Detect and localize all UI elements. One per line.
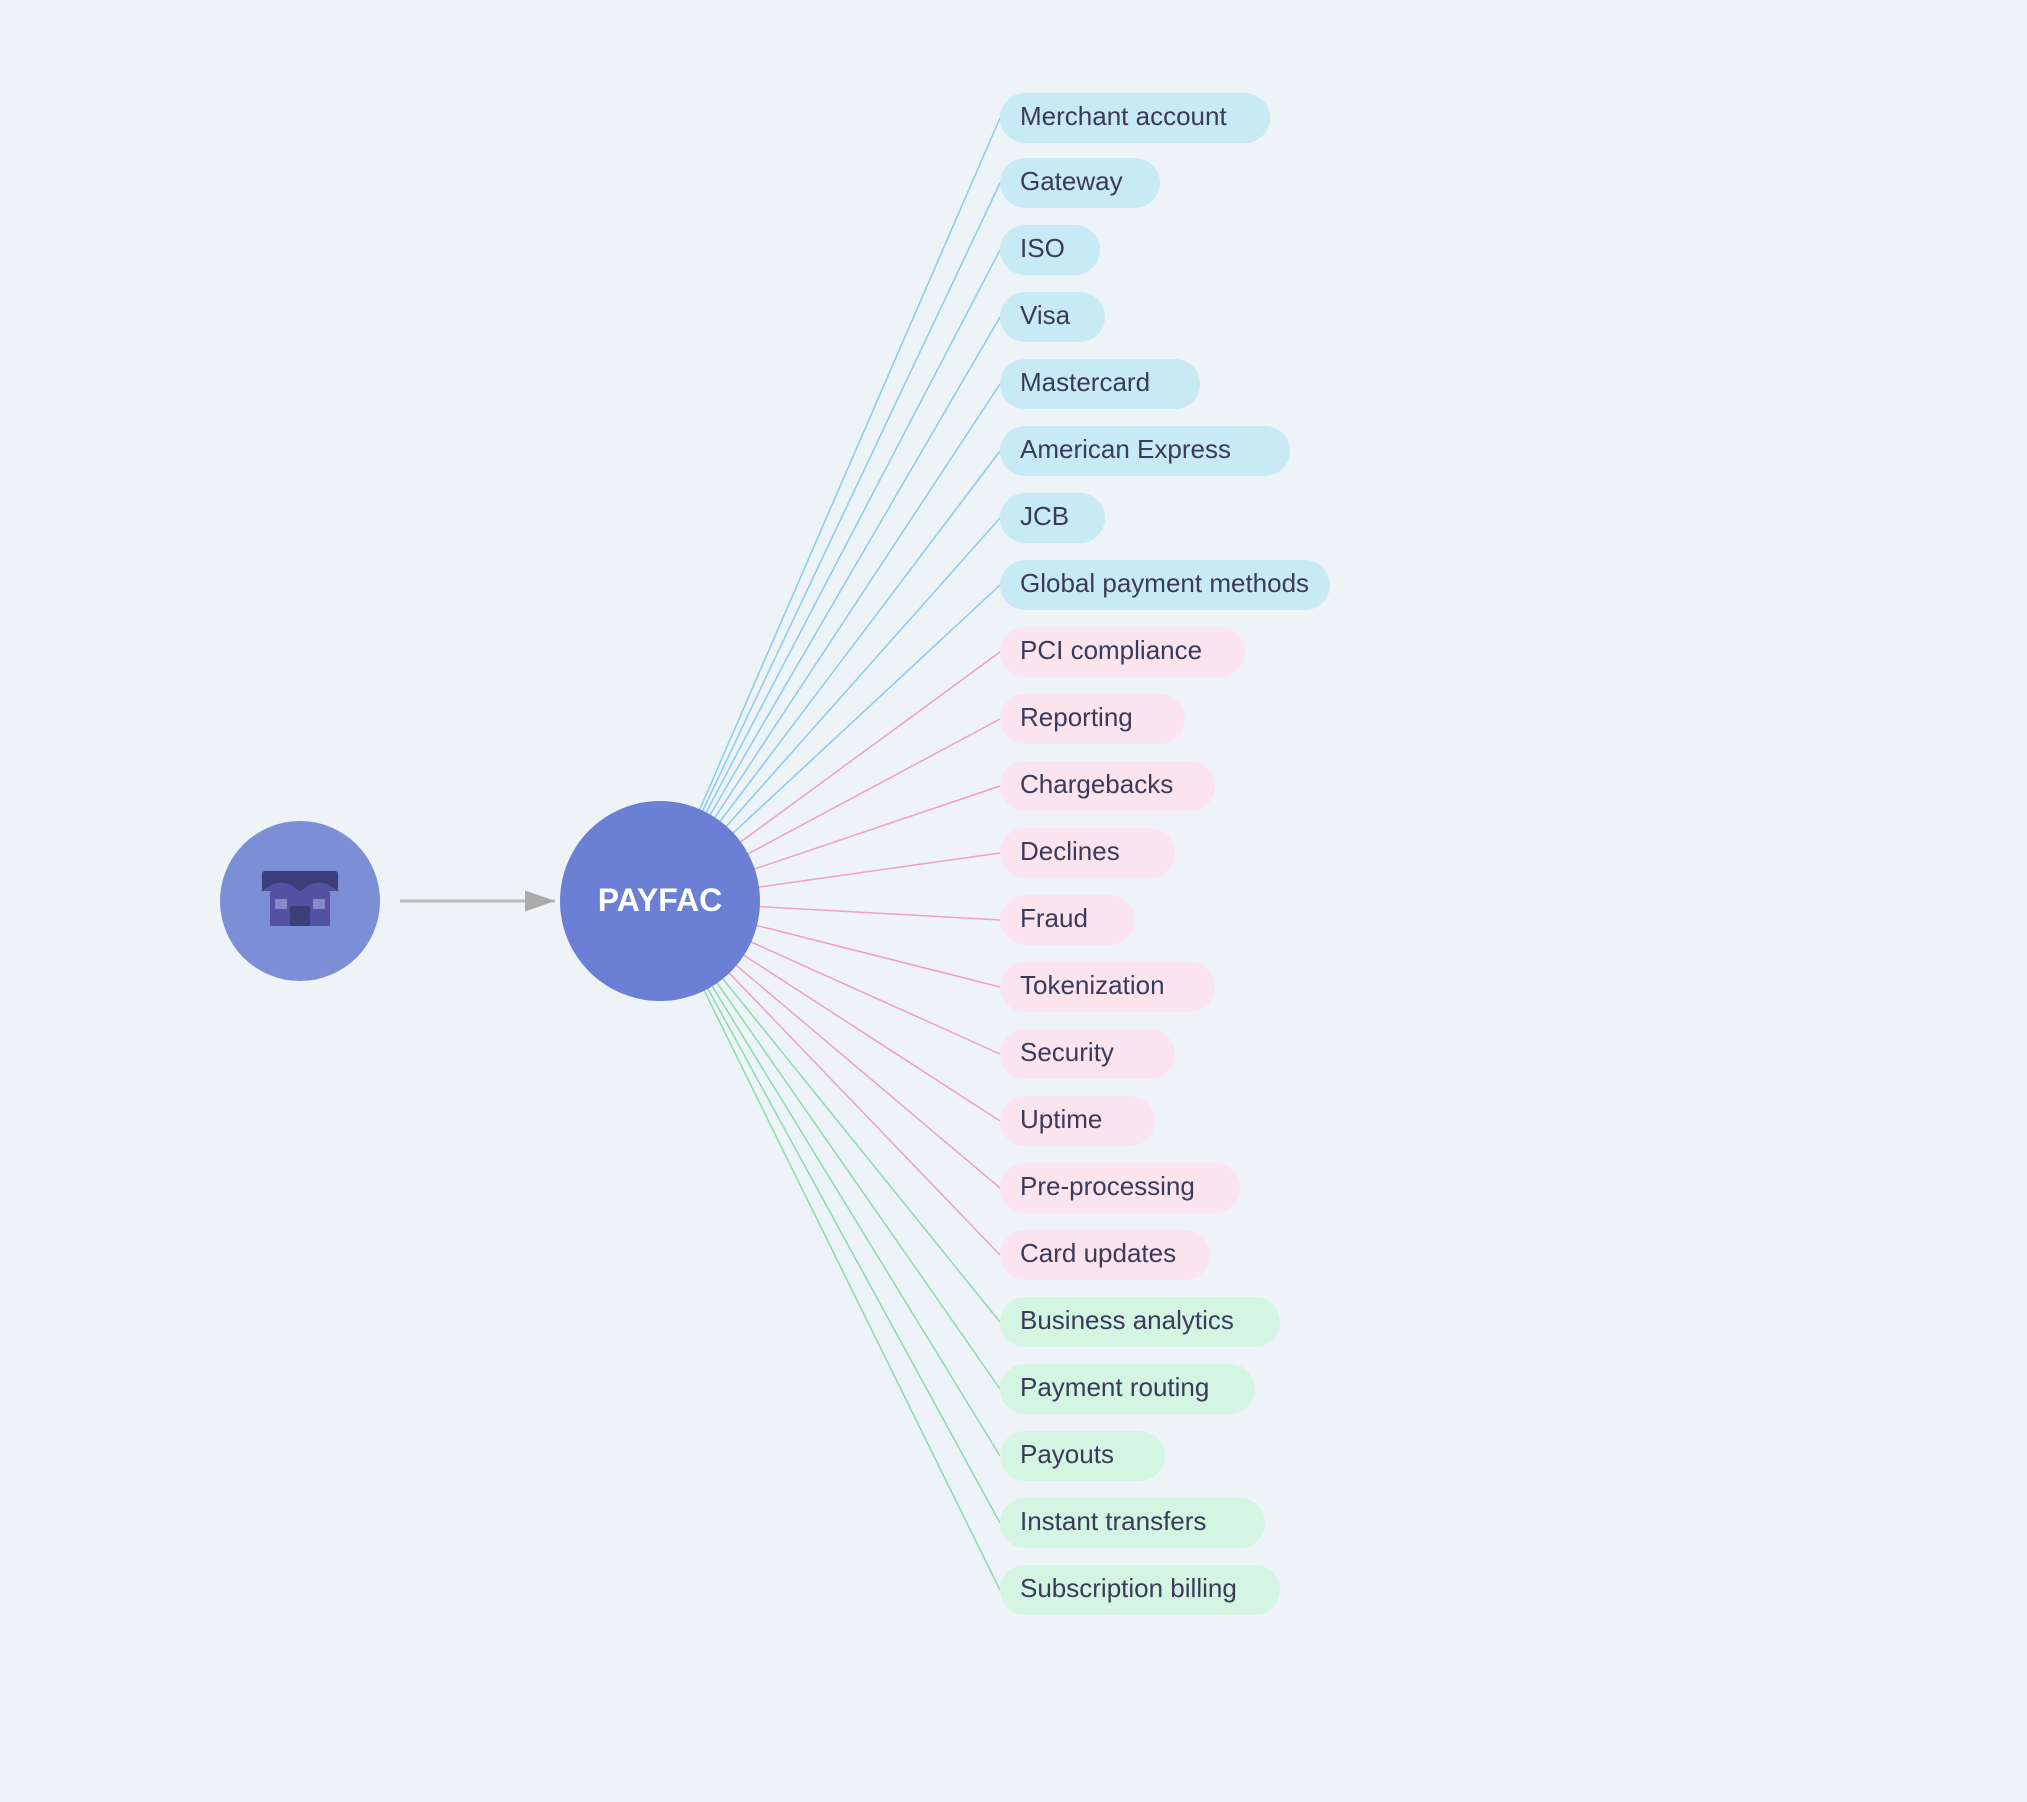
node-gateway: Gateway bbox=[1020, 166, 1123, 196]
node-tokenization: Tokenization bbox=[1020, 970, 1165, 1000]
node-declines: Declines bbox=[1020, 836, 1120, 866]
node-mastercard: Mastercard bbox=[1020, 367, 1150, 397]
node-security: Security bbox=[1020, 1037, 1114, 1067]
node-chargebacks: Chargebacks bbox=[1020, 769, 1173, 799]
node-iso: ISO bbox=[1020, 233, 1065, 263]
payfac-label: PAYFAC bbox=[598, 882, 722, 918]
node-jcb: JCB bbox=[1020, 501, 1069, 531]
node-pre-processing: Pre-processing bbox=[1020, 1171, 1195, 1201]
node-visa: Visa bbox=[1020, 300, 1071, 330]
node-uptime: Uptime bbox=[1020, 1104, 1102, 1134]
node-global-payment: Global payment methods bbox=[1020, 568, 1309, 598]
node-business-analytics: Business analytics bbox=[1020, 1305, 1234, 1335]
node-amex: American Express bbox=[1020, 434, 1231, 464]
node-card-updates: Card updates bbox=[1020, 1238, 1176, 1268]
node-payouts: Payouts bbox=[1020, 1439, 1114, 1469]
node-instant-transfers: Instant transfers bbox=[1020, 1506, 1206, 1536]
node-subscription-billing: Subscription billing bbox=[1020, 1573, 1237, 1603]
node-merchant-account: Merchant account bbox=[1020, 101, 1227, 131]
node-reporting: Reporting bbox=[1020, 702, 1133, 732]
node-fraud: Fraud bbox=[1020, 903, 1088, 933]
node-payment-routing: Payment routing bbox=[1020, 1372, 1209, 1402]
node-pci: PCI compliance bbox=[1020, 635, 1202, 665]
